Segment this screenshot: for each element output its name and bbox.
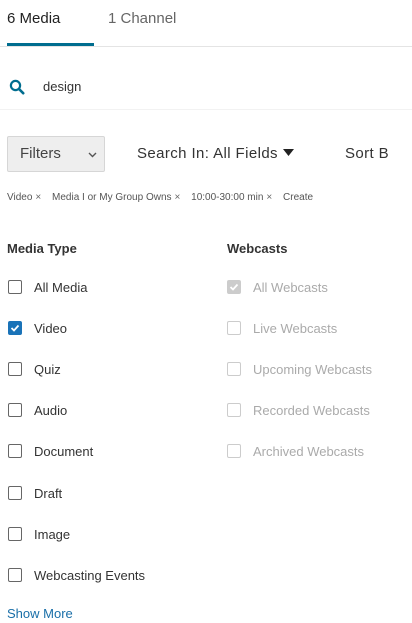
- checkbox-label: Audio: [34, 403, 68, 418]
- checkbox-label: Draft: [34, 486, 63, 501]
- checkbox-label: Upcoming Webcasts: [253, 362, 372, 377]
- search-in-label: Search In: All Fields: [137, 145, 278, 162]
- checkbox-label: Image: [34, 527, 71, 542]
- remove-chip-icon[interactable]: ×: [266, 192, 272, 203]
- tab-media[interactable]: 6 Media: [7, 9, 60, 29]
- filters-button-label: Filters: [20, 145, 61, 162]
- checkbox-box: [227, 444, 241, 458]
- sort-dropdown[interactable]: Sort B: [345, 145, 389, 162]
- checkbox-box[interactable]: [8, 280, 22, 294]
- checkbox-label: All Webcasts: [253, 280, 328, 295]
- active-filter-chips: Video × Media I or My Group Owns × 10:00-3…: [7, 191, 412, 207]
- checkbox-box: [227, 362, 241, 376]
- checkmark-icon: [10, 324, 20, 332]
- active-tab-indicator: [7, 43, 94, 46]
- search-input[interactable]: design: [43, 78, 81, 96]
- filter-chip-label: Media I or My Group Owns: [52, 192, 172, 203]
- webcasts-heading: Webcasts: [227, 241, 288, 256]
- tab-bar: 6 Media 1 Channel: [0, 0, 412, 47]
- remove-chip-icon[interactable]: ×: [35, 192, 41, 203]
- search-icon: [9, 79, 25, 95]
- filter-chip-label: 10:00-30:00 min: [191, 192, 264, 203]
- checkbox-box: [227, 321, 241, 335]
- checkbox-box[interactable]: [8, 568, 22, 582]
- search-divider: [0, 109, 412, 110]
- caret-down-icon: [282, 149, 294, 157]
- show-more-link[interactable]: Show More: [7, 606, 73, 621]
- checkbox-box[interactable]: [8, 486, 22, 500]
- filters-button[interactable]: Filters: [7, 136, 105, 172]
- search-in-dropdown[interactable]: Search In: All Fields: [137, 145, 294, 162]
- checkbox-label: Document: [34, 444, 94, 459]
- filter-chip-label: Video: [7, 192, 33, 203]
- remove-chip-icon[interactable]: ×: [175, 192, 181, 203]
- checkbox-label: All Media: [34, 280, 88, 295]
- checkbox-label: Recorded Webcasts: [253, 403, 370, 418]
- checkbox-box: [227, 403, 241, 417]
- checkbox-label: Archived Webcasts: [253, 444, 365, 459]
- filter-chip: 10:00-30:00 min ×: [191, 191, 272, 205]
- checkbox-label: Webcasting Events: [34, 568, 146, 583]
- chevron-down-icon: [88, 152, 97, 158]
- filter-chip-label: Create: [283, 192, 314, 203]
- checkbox-box[interactable]: [8, 527, 22, 541]
- checkbox-box[interactable]: [8, 444, 22, 458]
- filter-chip: Media I or My Group Owns ×: [52, 191, 180, 205]
- filter-chip: Video ×: [7, 191, 41, 205]
- checkbox-box[interactable]: [8, 403, 22, 417]
- checkmark-icon: [229, 283, 239, 291]
- sort-label: Sort B: [345, 145, 390, 162]
- checkbox-box[interactable]: [8, 362, 22, 376]
- checkbox-box[interactable]: [8, 321, 22, 335]
- checkbox-label: Quiz: [34, 362, 61, 377]
- tab-channel[interactable]: 1 Channel: [108, 9, 176, 29]
- checkbox-label: Video: [34, 321, 68, 336]
- checkbox-label: Live Webcasts: [253, 321, 338, 336]
- checkbox-box: [227, 280, 241, 294]
- media-type-heading: Media Type: [7, 241, 77, 256]
- filter-chip: Create: [283, 191, 313, 205]
